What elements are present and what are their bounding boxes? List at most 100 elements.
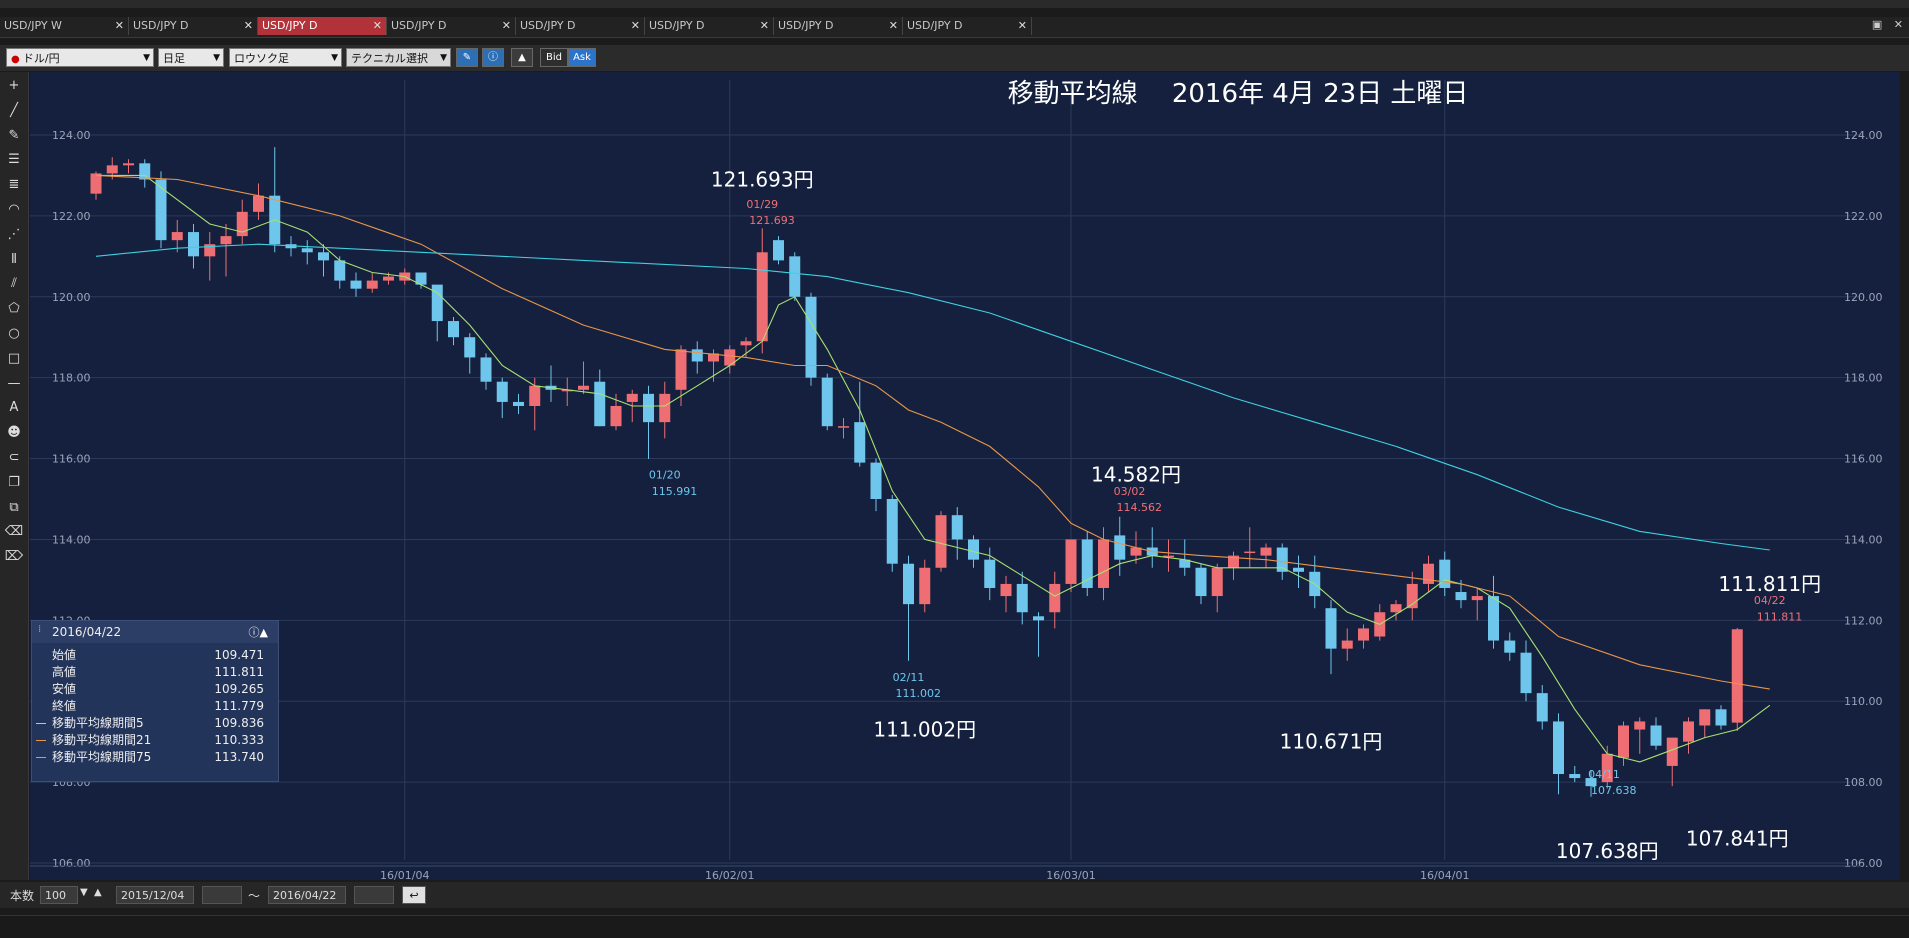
y-tick-label-right: 106.00 <box>1844 857 1883 870</box>
candle-body <box>1471 596 1483 601</box>
tab-close-icon[interactable]: ✕ <box>373 17 382 35</box>
tab-close-icon[interactable]: ✕ <box>631 17 640 35</box>
point-label: 03/02 <box>1114 485 1146 498</box>
price-label: 107.638円 <box>1556 839 1659 863</box>
eraser-all-icon[interactable]: ⌦ <box>4 547 24 567</box>
candle-body <box>1715 709 1727 726</box>
candle-body <box>756 252 768 342</box>
horizontal-lines-icon[interactable]: ☰ <box>4 150 24 170</box>
menu-bar <box>0 0 1909 8</box>
x-tick-label: 16/01/04 <box>380 869 429 880</box>
candle-body <box>480 357 492 382</box>
eraser-icon[interactable]: ⌫ <box>4 522 24 542</box>
candle-body <box>1553 721 1564 775</box>
candle-body <box>1033 616 1044 621</box>
count-down-icon[interactable]: ▼ <box>80 887 88 898</box>
info-row-label: 終値 <box>52 699 77 713</box>
draw-tool-button[interactable]: ✎ <box>456 48 478 67</box>
arc-icon[interactable]: ◠ <box>4 200 24 220</box>
tab-4[interactable]: USD/JPY D ✕ <box>516 17 645 35</box>
drawing-tools-panel: + ╱ ✎ ☰ ≣ ◠ ⋰ ⦀ ⫽ ⬠ ○ □ — A ☻ ⊂ ❐ ⧉ ⌫ ⌦ <box>0 72 29 880</box>
price-label: 111.002円 <box>873 718 976 742</box>
y-tick-label-left: 114.00 <box>52 533 91 546</box>
tab-1[interactable]: USD/JPY D ✕ <box>129 17 258 35</box>
period-select[interactable]: 日足 ▼ <box>158 48 224 67</box>
chart-style-select[interactable]: ロウソク足 ▼ <box>229 48 342 67</box>
candle-body <box>1650 725 1662 746</box>
pencil-icon[interactable]: ✎ <box>4 126 24 146</box>
candlestick-chart[interactable]: 124.00 124.00 122.00 122.00 120.00 120.00 118.… <box>30 72 1900 880</box>
candle-body <box>968 539 979 560</box>
tab-6[interactable]: USD/JPY D ✕ <box>774 17 903 35</box>
grid-lines-icon[interactable]: ≣ <box>4 175 24 195</box>
emoji-icon[interactable]: ☻ <box>4 423 24 443</box>
count-input[interactable]: 100 <box>40 886 78 904</box>
tab-close-icon[interactable]: ✕ <box>244 17 253 35</box>
y-tick-label-left: 106.00 <box>52 857 91 870</box>
count-up-icon[interactable]: ▲ <box>94 887 102 898</box>
circle-icon[interactable]: ○ <box>4 324 24 344</box>
info-row-label: 移動平均線期間5 <box>52 716 144 730</box>
candle-body <box>1081 539 1093 588</box>
start-date-value: 2015/12/04 <box>121 889 185 902</box>
chart-area[interactable]: 124.00 124.00 122.00 122.00 120.00 120.00 118.… <box>30 72 1900 880</box>
bid-button[interactable]: Bid <box>540 48 568 67</box>
currency-select-value: ドル/円 <box>22 52 60 65</box>
close-window-icon[interactable]: ✕ <box>1894 18 1903 31</box>
info-row-value: 113.740 <box>214 750 264 764</box>
point-label: 04/22 <box>1754 594 1786 607</box>
tab-close-icon[interactable]: ✕ <box>1018 17 1027 35</box>
tab-close-icon[interactable]: ✕ <box>760 17 769 35</box>
currency-select[interactable]: ● ドル/円 ▼ <box>6 48 154 67</box>
tab-label: USD/JPY D <box>778 19 834 32</box>
tab-close-icon[interactable]: ✕ <box>502 17 511 35</box>
info-toggle-icon[interactable]: ⓘ▲ <box>249 624 268 640</box>
info-panel-header: ⁞ 2016/04/22 ⓘ▲ <box>32 621 278 643</box>
technical-select[interactable]: テクニカル選択 ▼ <box>346 48 451 67</box>
crosshair-icon[interactable]: + <box>4 76 24 96</box>
tab-5[interactable]: USD/JPY D ✕ <box>645 17 774 35</box>
line-icon[interactable]: ╱ <box>4 101 24 121</box>
info-button[interactable]: ⓘ <box>482 48 504 67</box>
magnet-icon[interactable]: ⊂ <box>4 448 24 468</box>
rectangle-icon[interactable]: □ <box>4 349 24 369</box>
info-row: 安値 109.265 <box>32 681 278 698</box>
tab-3[interactable]: USD/JPY D ✕ <box>387 17 516 35</box>
point-label: 111.811 <box>1757 610 1803 623</box>
start-time-field[interactable] <box>202 886 242 904</box>
tab-close-icon[interactable]: ✕ <box>889 17 898 35</box>
candle-body <box>1390 604 1402 613</box>
candle-body <box>984 559 996 588</box>
copy-icon[interactable]: ❐ <box>4 473 24 493</box>
channel-icon[interactable]: ⫽ <box>4 274 24 294</box>
tab-2[interactable]: USD/JPY D ✕ <box>258 17 387 35</box>
end-time-field[interactable] <box>354 886 394 904</box>
tab-close-icon[interactable]: ✕ <box>115 17 124 35</box>
apply-range-button[interactable]: ↩ <box>402 886 426 904</box>
candle-body <box>529 385 541 406</box>
candle-body <box>1455 592 1467 601</box>
fan-icon[interactable]: ⋰ <box>4 225 24 245</box>
text-icon[interactable]: A <box>4 398 24 418</box>
candle-body <box>334 260 346 281</box>
hline-icon[interactable]: — <box>4 374 24 394</box>
tab-0[interactable]: USD/JPY W ✕ <box>0 17 129 35</box>
ask-button[interactable]: Ask <box>568 48 596 67</box>
info-row: 移動平均線期間21 110.333 <box>32 732 278 749</box>
mountain-chart-button[interactable]: ▲ <box>511 48 533 67</box>
pentagon-icon[interactable]: ⬠ <box>4 299 24 319</box>
restore-window-icon[interactable]: ▣ <box>1872 18 1882 31</box>
info-row: 移動平均線期間5 109.836 <box>32 715 278 732</box>
chart-title: 移動平均線 2016年 4月 23日 土曜日 <box>1008 79 1469 109</box>
x-tick-label: 16/03/01 <box>1046 869 1095 880</box>
info-row-value: 109.265 <box>214 682 264 696</box>
end-date-field[interactable]: 2016/04/22 <box>268 886 346 904</box>
candle-body <box>1211 567 1223 597</box>
start-date-field[interactable]: 2015/12/04 <box>116 886 194 904</box>
candle-body <box>1000 583 1012 597</box>
candle-body <box>123 163 134 166</box>
tab-7[interactable]: USD/JPY D ✕ <box>903 17 1032 35</box>
layers-icon[interactable]: ⧉ <box>4 498 24 518</box>
drag-handle-icon[interactable]: ⁞ <box>38 624 41 635</box>
vertical-lines-icon[interactable]: ⦀ <box>4 250 24 270</box>
